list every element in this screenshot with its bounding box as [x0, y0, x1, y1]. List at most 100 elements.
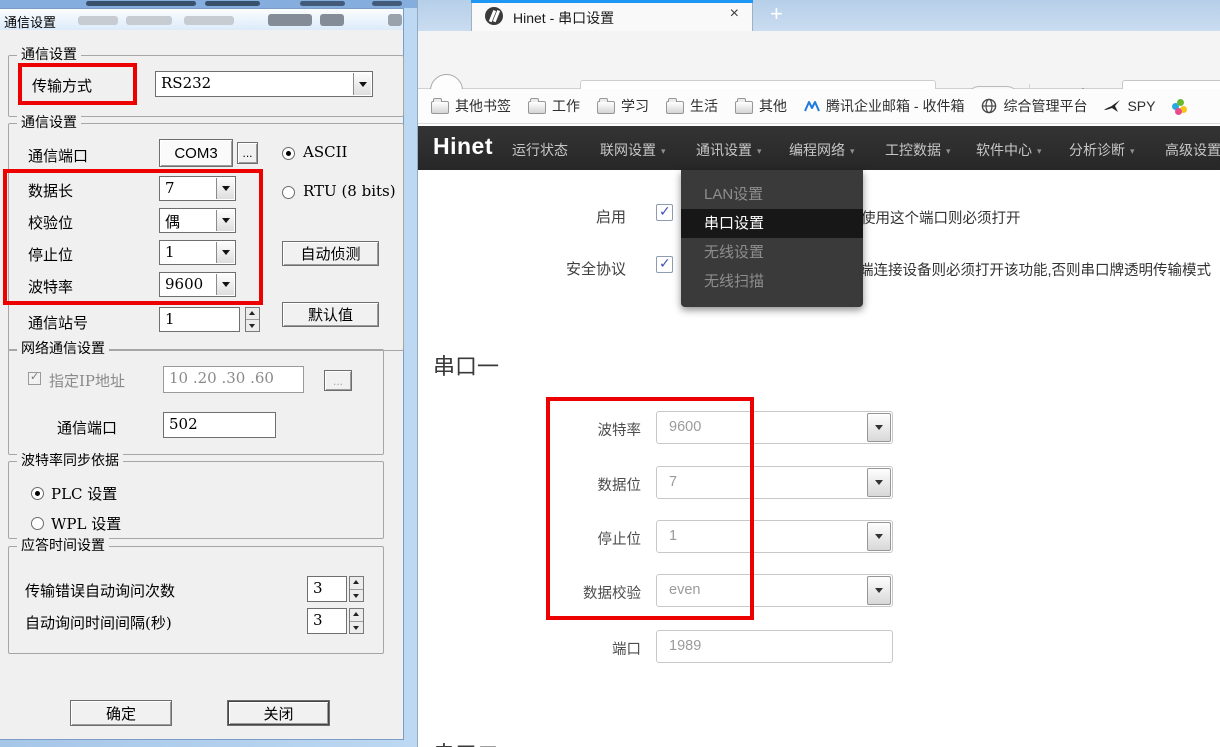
- data-length-combobox[interactable]: 7: [159, 176, 236, 201]
- chevron-down-icon[interactable]: [353, 73, 371, 95]
- group-network: 网络通信设置: [8, 349, 384, 455]
- bookmark-folder-misc[interactable]: 其他: [735, 96, 787, 116]
- nav-advanced-settings[interactable]: 高级设置: [1165, 140, 1220, 160]
- nav-label: 编程网络: [789, 140, 845, 160]
- retry-count-value: 3: [313, 579, 323, 597]
- tab-close-icon[interactable]: ×: [730, 5, 739, 23]
- rtu-radio[interactable]: [282, 186, 295, 199]
- chevron-down-icon[interactable]: [216, 242, 234, 263]
- auto-detect-label: 自动侦测: [300, 243, 360, 264]
- web-baud-select[interactable]: 9600: [656, 411, 893, 444]
- chevron-down-icon[interactable]: [867, 413, 891, 442]
- security-protocol-checkbox[interactable]: [656, 256, 673, 273]
- bookmark-tencent-mail[interactable]: 腾讯企业邮箱 - 收件箱: [804, 96, 964, 116]
- plc-setting-radio[interactable]: [31, 487, 44, 500]
- nav-software-center[interactable]: 软件中心▾: [976, 140, 1042, 160]
- nav-comm-settings[interactable]: 通讯设置▾: [696, 140, 762, 160]
- ascii-radio[interactable]: [282, 147, 295, 160]
- station-stepper[interactable]: [245, 307, 260, 332]
- chevron-down-icon[interactable]: [216, 178, 234, 199]
- folder-icon: [666, 101, 684, 114]
- chevron-down-icon[interactable]: [867, 522, 891, 551]
- default-button[interactable]: 默认值: [282, 302, 379, 327]
- bookmark-folder-other[interactable]: 其他书签: [431, 96, 511, 116]
- chevron-down-icon[interactable]: [216, 274, 234, 295]
- enable-label: 启用: [538, 206, 626, 227]
- bookmark-folder-life[interactable]: 生活: [666, 96, 718, 116]
- web-stopbits-value: 1: [669, 528, 677, 544]
- bookmark-folder-work[interactable]: 工作: [528, 96, 580, 116]
- nav-label: 运行状态: [512, 140, 568, 160]
- retry-count-label: 传输错误自动询问次数: [25, 580, 175, 601]
- bookmark-label: 其他书签: [455, 96, 511, 116]
- web-baud-value: 9600: [669, 419, 701, 435]
- ok-button[interactable]: 确定: [70, 700, 172, 726]
- transfer-mode-label: 传输方式: [32, 75, 92, 96]
- menu-item-lan[interactable]: LAN设置: [681, 180, 863, 209]
- serial-port-1-heading: 串口一: [433, 349, 499, 381]
- stop-bit-combobox[interactable]: 1: [159, 240, 236, 265]
- security-note: 端连接设备则必须打开该功能,否则串口牌透明传输模式: [859, 259, 1220, 280]
- web-stopbits-select[interactable]: 1: [656, 520, 893, 553]
- enable-checkbox[interactable]: [656, 204, 673, 221]
- nav-programming-network[interactable]: 编程网络▾: [789, 140, 855, 160]
- wpl-setting-radio[interactable]: [31, 517, 44, 530]
- nav-network-settings[interactable]: 联网设置▾: [600, 140, 666, 160]
- retry-interval-input[interactable]: 3: [307, 608, 347, 634]
- retry-interval-stepper[interactable]: [349, 608, 364, 634]
- window-artifact: [372, 1, 402, 6]
- parity-combobox[interactable]: 偶: [159, 208, 236, 233]
- nav-industrial-data[interactable]: 工控数据▾: [885, 140, 951, 160]
- new-tab-button[interactable]: +: [770, 1, 783, 27]
- net-port-input[interactable]: 502: [163, 412, 276, 438]
- bookmark-folder-study[interactable]: 学习: [597, 96, 649, 116]
- plc-setting-label: PLC 设置: [51, 483, 117, 504]
- ok-label: 确定: [106, 703, 136, 724]
- dialog-titlebar[interactable]: 通信设置: [0, 9, 403, 30]
- folder-icon: [735, 101, 753, 114]
- transfer-mode-combobox[interactable]: RS232: [155, 71, 373, 97]
- hinet-favicon-icon: [485, 7, 503, 25]
- bookmark-spy[interactable]: SPY: [1104, 98, 1155, 114]
- chevron-down-icon[interactable]: [867, 468, 891, 497]
- chevron-down-icon[interactable]: [867, 576, 891, 605]
- ip-checkbox[interactable]: [28, 372, 41, 385]
- menu-item-wireless[interactable]: 无线设置: [681, 238, 863, 267]
- folder-icon: [528, 101, 546, 114]
- close-button[interactable]: 关闭: [227, 700, 330, 726]
- menu-item-wireless-scan[interactable]: 无线扫描: [681, 267, 863, 296]
- retry-count-input[interactable]: 3: [307, 576, 347, 602]
- tab-hinet[interactable]: Hinet - 串口设置 ×: [471, 0, 753, 31]
- retry-count-stepper[interactable]: [349, 576, 364, 602]
- window-artifact: [126, 16, 172, 25]
- serial-port-2-heading: 串口二: [433, 737, 499, 747]
- menu-item-serial[interactable]: 串口设置: [681, 209, 863, 238]
- station-value: 1: [165, 310, 175, 328]
- net-port-label: 通信端口: [57, 417, 117, 438]
- close-label: 关闭: [263, 703, 293, 724]
- chevron-down-icon[interactable]: [216, 210, 234, 231]
- ip-more-button[interactable]: ...: [324, 370, 352, 391]
- web-parity-select[interactable]: even: [656, 574, 893, 607]
- baud-rate-combobox[interactable]: 9600: [159, 272, 236, 297]
- auto-detect-button[interactable]: 自动侦测: [282, 241, 379, 266]
- web-port-input[interactable]: 1989: [656, 630, 893, 663]
- web-port-value: 1989: [669, 638, 701, 654]
- web-databits-select[interactable]: 7: [656, 466, 893, 499]
- ip-address-input[interactable]: 10 .20 .30 .60: [163, 366, 304, 393]
- group-serial-title: 通信设置: [17, 114, 81, 132]
- baud-rate-label: 波特率: [28, 276, 73, 297]
- com-port-more-button[interactable]: ...: [237, 142, 258, 164]
- web-databits-label: 数据位: [521, 474, 641, 495]
- bookmark-mgmt-platform[interactable]: 综合管理平台: [981, 96, 1087, 116]
- colorful-app-icon[interactable]: [1172, 99, 1187, 114]
- comm-port-label: 通信端口: [28, 145, 88, 166]
- station-input[interactable]: 1: [159, 307, 240, 332]
- com-port-button[interactable]: COM3: [159, 139, 233, 167]
- site-logo[interactable]: Hinet: [433, 133, 493, 160]
- group-baud-sync-title: 波特率同步依据: [17, 452, 123, 470]
- more-label: ...: [243, 146, 253, 160]
- nav-label: 软件中心: [976, 140, 1032, 160]
- nav-run-status[interactable]: 运行状态: [512, 140, 568, 160]
- nav-diagnostics[interactable]: 分析诊断▾: [1069, 140, 1135, 160]
